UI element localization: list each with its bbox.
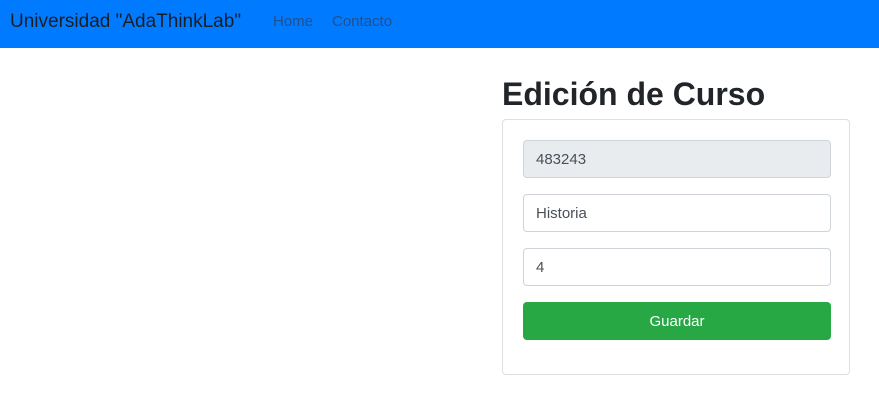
course-credits-field[interactable] <box>523 248 831 286</box>
navbar-brand[interactable]: Universidad "AdaThinkLab" <box>10 10 241 34</box>
course-name-field[interactable] <box>523 194 831 232</box>
page-title: Edición de Curso <box>502 76 766 112</box>
nav-link-contacto[interactable]: Contacto <box>332 12 392 32</box>
save-button[interactable]: Guardar <box>523 302 831 340</box>
nav-link-home[interactable]: Home <box>273 12 313 32</box>
course-id-field[interactable] <box>523 140 831 178</box>
course-edit-card: Guardar <box>502 119 850 375</box>
navbar: Universidad "AdaThinkLab" Home Contacto <box>0 0 879 48</box>
